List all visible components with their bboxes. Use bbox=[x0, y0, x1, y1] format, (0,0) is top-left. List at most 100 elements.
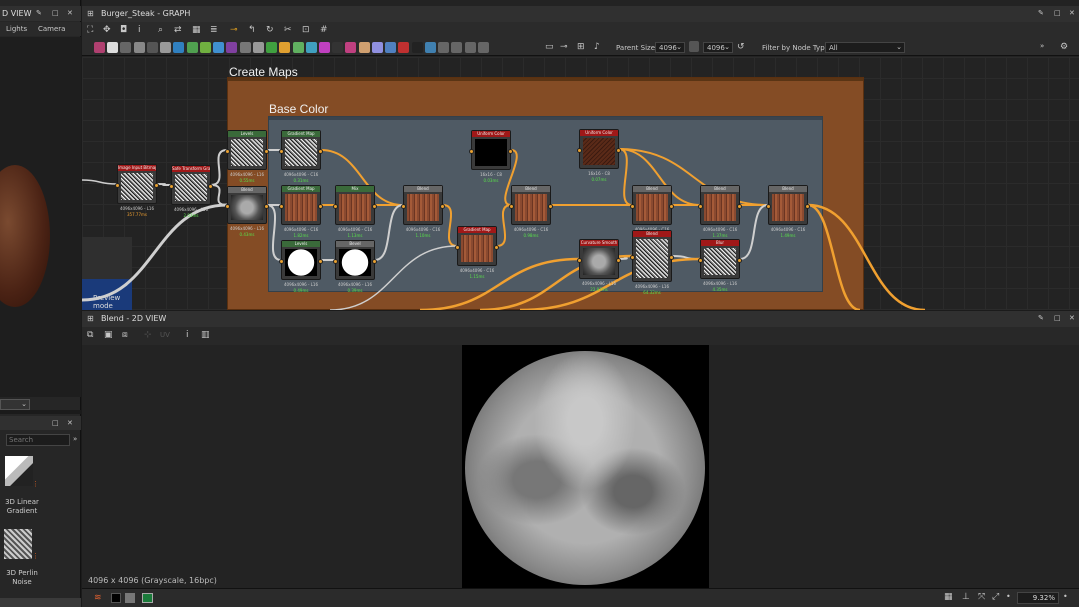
graph-node[interactable]: Image Input Bitmap 4096x4096 - L16 357.77m… bbox=[115, 164, 159, 217]
input-socket[interactable] bbox=[115, 183, 120, 188]
image-icon[interactable] bbox=[94, 42, 105, 53]
tool-icon[interactable]: ✂ bbox=[284, 25, 292, 35]
input-socket[interactable] bbox=[279, 149, 284, 154]
output-socket[interactable] bbox=[264, 204, 269, 209]
3d-viewport[interactable] bbox=[0, 37, 81, 397]
chat-icon[interactable]: ▭ bbox=[545, 42, 554, 52]
input-socket[interactable] bbox=[333, 204, 338, 209]
output-socket[interactable] bbox=[372, 259, 377, 264]
output-socket[interactable] bbox=[208, 184, 213, 189]
gray-bg-icon[interactable] bbox=[125, 593, 135, 603]
expand-icon[interactable]: » bbox=[73, 435, 77, 443]
black-bg-icon[interactable] bbox=[111, 593, 121, 603]
warp-icon[interactable] bbox=[279, 42, 291, 53]
fill-icon[interactable] bbox=[133, 42, 145, 53]
channels-icon[interactable] bbox=[173, 42, 185, 53]
output-socket[interactable] bbox=[805, 204, 810, 209]
output-socket[interactable] bbox=[440, 204, 445, 209]
pin-icon[interactable]: ✎ bbox=[36, 9, 42, 17]
pin-icon[interactable]: ✎ bbox=[1038, 314, 1044, 322]
graph-node[interactable]: Blend 4096x4096 - C16 1.37ms bbox=[698, 185, 742, 238]
input-socket[interactable] bbox=[698, 204, 703, 209]
input-socket[interactable] bbox=[509, 204, 514, 209]
graph-node[interactable]: Bevel 4096x4096 - L16 0.39ms bbox=[333, 240, 377, 293]
graph-node[interactable]: Blend 4096x4096 - L16 0.43ms bbox=[225, 186, 269, 237]
graph-node[interactable]: Gradient Map 4096x4096 - C16 1.82ms bbox=[279, 185, 323, 238]
graph-node[interactable]: Blend 4096x4096 - C16 1.10ms bbox=[401, 185, 445, 238]
input-socket[interactable] bbox=[469, 149, 474, 154]
output-socket[interactable] bbox=[616, 258, 621, 263]
camera-icon[interactable]: ◘ bbox=[120, 25, 127, 35]
fx-icon[interactable] bbox=[358, 42, 370, 53]
output-socket[interactable] bbox=[669, 255, 674, 260]
library-scrollbar[interactable] bbox=[0, 598, 81, 607]
info-icon[interactable]: i bbox=[186, 330, 189, 340]
bitmap-icon[interactable] bbox=[107, 42, 119, 53]
expand-icon[interactable]: » bbox=[1040, 42, 1044, 50]
shuffle-icon[interactable] bbox=[146, 42, 158, 53]
size-select[interactable]: 4096 ⌄ bbox=[703, 42, 733, 53]
search-icon[interactable]: ⌕ bbox=[158, 25, 163, 35]
value-icon[interactable] bbox=[332, 42, 344, 53]
frame-icon[interactable]: ⛶ bbox=[87, 25, 93, 35]
blur-icon[interactable] bbox=[160, 42, 172, 53]
comment-icon[interactable] bbox=[411, 42, 423, 53]
mic-icon[interactable]: ♪ bbox=[594, 42, 600, 52]
connect-icon[interactable]: ⊸ bbox=[230, 25, 238, 35]
transform-icon[interactable] bbox=[385, 42, 397, 53]
graph-node[interactable]: Blur 4096x4096 - L16 4.35ms bbox=[698, 239, 742, 292]
checker-icon[interactable] bbox=[142, 593, 153, 603]
maximize-icon[interactable]: □ bbox=[52, 419, 59, 427]
maximize-icon[interactable]: □ bbox=[52, 9, 59, 17]
close-icon[interactable]: ✕ bbox=[67, 419, 73, 427]
input-socket[interactable] bbox=[455, 245, 460, 250]
filter-select[interactable]: All ⌄ bbox=[825, 42, 905, 53]
close-icon[interactable]: ✕ bbox=[67, 9, 73, 17]
grid-toggle-icon[interactable]: ▦ bbox=[944, 592, 953, 602]
info-icon[interactable]: i bbox=[138, 25, 141, 35]
color-icon[interactable] bbox=[318, 42, 330, 53]
zoom-in-icon[interactable]: • bbox=[1063, 592, 1068, 601]
histogram-icon[interactable]: ▥ bbox=[201, 330, 210, 340]
output-socket[interactable] bbox=[372, 204, 377, 209]
filter-icon[interactable] bbox=[213, 42, 225, 53]
tab-lights[interactable]: Lights bbox=[6, 25, 27, 33]
input-socket[interactable] bbox=[698, 258, 703, 263]
graph-node[interactable]: Levels 4096x4096 - L16 0.49ms bbox=[279, 240, 323, 293]
output-socket[interactable] bbox=[616, 148, 621, 153]
output-socket[interactable] bbox=[154, 183, 159, 188]
move-icon[interactable]: ✥ bbox=[103, 25, 111, 35]
slider-icon[interactable]: ⊸ bbox=[560, 42, 568, 52]
library-search-input[interactable] bbox=[6, 434, 70, 446]
output-node-icon[interactable] bbox=[398, 42, 410, 53]
output-socket[interactable] bbox=[737, 258, 742, 263]
layers-icon[interactable]: ≋ bbox=[94, 593, 102, 603]
text-icon[interactable] bbox=[371, 42, 383, 53]
list-icon[interactable]: ≣ bbox=[210, 25, 218, 35]
grid-icon[interactable]: # bbox=[320, 25, 328, 35]
switch-icon[interactable] bbox=[477, 42, 489, 53]
levels-icon[interactable] bbox=[239, 42, 251, 53]
input-socket[interactable] bbox=[630, 255, 635, 260]
settings-icon[interactable]: ⚙ bbox=[1060, 42, 1068, 52]
input-icon[interactable] bbox=[451, 42, 463, 53]
maximize-icon[interactable]: □ bbox=[1054, 314, 1061, 322]
graph-canvas[interactable]: Preview mode Create Maps Base Color Imag… bbox=[82, 57, 1079, 310]
graph-node[interactable]: Mix 4096x4096 - C16 1.13ms bbox=[333, 185, 377, 238]
gradient-icon[interactable] bbox=[199, 42, 211, 53]
input-socket[interactable] bbox=[630, 204, 635, 209]
zoom-fit-icon[interactable]: ⤢ bbox=[992, 592, 999, 602]
parent-size-select[interactable]: 4096 ⌄ bbox=[655, 42, 685, 53]
fit-icon[interactable]: ⤧ bbox=[978, 592, 985, 602]
graph-node[interactable]: Uniform Color 16x16 - C8 0.07ms bbox=[577, 129, 621, 182]
blend-icon[interactable] bbox=[252, 42, 264, 53]
shape-icon[interactable] bbox=[292, 42, 304, 53]
input-socket[interactable] bbox=[279, 204, 284, 209]
close-icon[interactable]: ✕ bbox=[1069, 314, 1075, 322]
hsl-icon[interactable] bbox=[226, 42, 238, 53]
graph-node[interactable]: Blend 4096x4096 - L16 64.32ms bbox=[630, 230, 674, 295]
curve-icon[interactable] bbox=[186, 42, 198, 53]
library-item[interactable]: ⋮ 3D Perlin Noise bbox=[0, 524, 81, 594]
output-socket[interactable] bbox=[264, 149, 269, 154]
graph-node[interactable]: Blend4096x4096 - C160.88ms bbox=[630, 185, 674, 238]
